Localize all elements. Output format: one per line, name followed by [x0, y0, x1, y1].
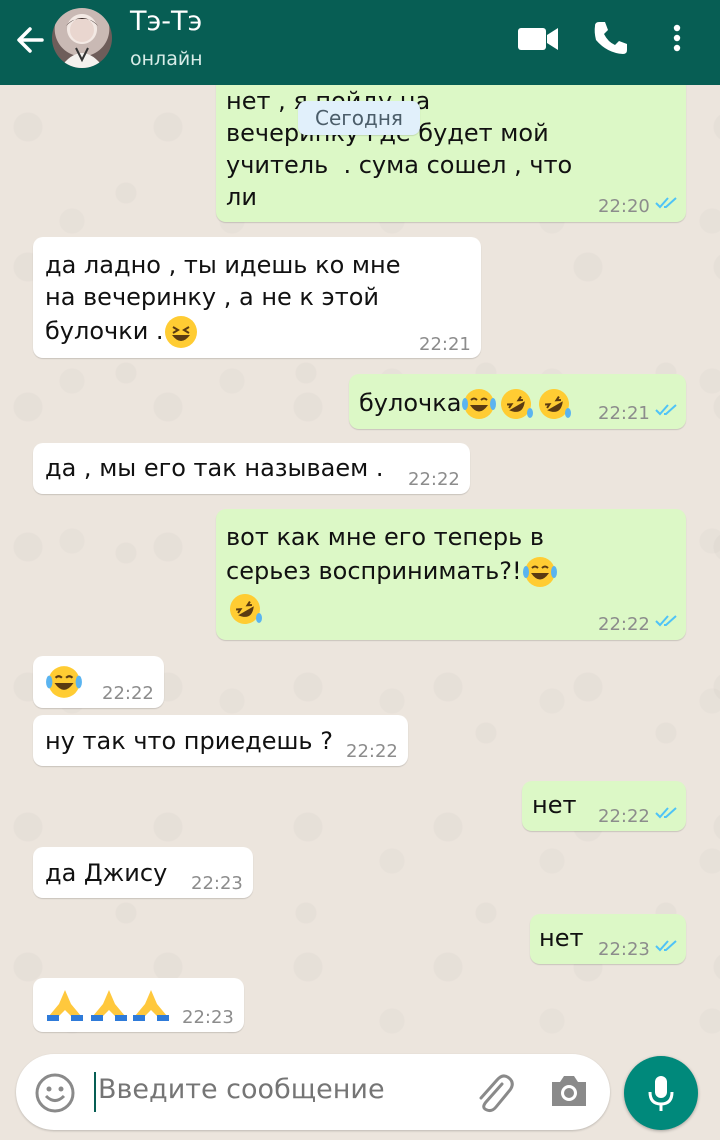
read-check-icon — [655, 197, 677, 209]
attach-icon[interactable] — [472, 1070, 514, 1114]
contact-avatar[interactable] — [52, 8, 112, 68]
message-text: булочки . — [45, 315, 198, 349]
emoji-icon[interactable] — [34, 1072, 76, 1114]
message-incoming[interactable]: да , мы его так называем . 22:22 — [33, 443, 470, 494]
message-time: 22:22 — [598, 806, 650, 827]
message-incoming[interactable]: да Джису 22:23 — [33, 847, 253, 898]
message-time: 22:22 — [408, 469, 460, 490]
message-outgoing[interactable]: вот как мне его теперь в серьез восприни… — [216, 509, 686, 640]
text-cursor — [94, 1072, 96, 1112]
read-check-icon — [655, 615, 677, 627]
voice-record-button[interactable] — [624, 1056, 698, 1130]
video-call-icon[interactable] — [516, 18, 560, 58]
chat-header: Тэ-Тэ онлайн — [0, 0, 720, 85]
folded-hands-emoji-icon — [91, 990, 127, 1021]
message-time: 22:22 — [102, 683, 154, 704]
message-text: да ладно , ты идешь ко мне — [45, 251, 401, 279]
message-outgoing[interactable]: нет 22:23 — [530, 914, 686, 964]
folded-hands-emoji-icon — [133, 990, 169, 1021]
message-time: 22:21 — [419, 334, 471, 355]
tears-of-joy-emoji-icon — [462, 389, 497, 419]
rofl-emoji-icon — [230, 594, 262, 624]
message-text: вот как мне его теперь в — [226, 523, 544, 551]
chat-area[interactable]: нет , я пойду на вечеринку где будет мой… — [0, 85, 720, 1055]
date-divider: Сегодня — [298, 101, 420, 135]
read-check-icon — [655, 404, 677, 416]
message-time: 22:22 — [598, 614, 650, 635]
message-outgoing[interactable]: булочка 22:21 — [349, 374, 686, 429]
message-time: 22:20 — [598, 196, 650, 217]
message-incoming[interactable]: ну так что приедешь ? 22:22 — [33, 715, 408, 766]
mic-icon — [648, 1076, 674, 1111]
message-compose-bar — [16, 1054, 610, 1130]
message-time: 22:23 — [191, 873, 243, 894]
message-time: 22:23 — [182, 1007, 234, 1028]
message-text: нет — [532, 791, 577, 819]
read-check-icon — [655, 940, 677, 952]
tears-of-joy-emoji-icon — [522, 557, 557, 587]
message-text: да Джису — [45, 859, 168, 887]
message-text: ну так что приедешь ? — [45, 727, 333, 755]
phone-call-icon[interactable] — [590, 18, 630, 58]
message-text: учитель . сума сошел , что — [226, 151, 573, 179]
message-time: 22:23 — [598, 939, 650, 960]
camera-icon[interactable] — [548, 1072, 590, 1110]
contact-status: онлайн — [130, 48, 203, 70]
message-text: серьез воспринимать?! — [226, 555, 558, 589]
more-options-icon[interactable] — [662, 18, 692, 58]
tears-of-joy-emoji-icon — [46, 666, 82, 698]
rofl-emoji-icon — [539, 389, 572, 419]
message-time: 22:21 — [598, 403, 650, 424]
message-text: нет — [539, 924, 584, 952]
message-incoming[interactable]: 22:22 — [33, 656, 164, 708]
rofl-emoji-icon — [501, 389, 534, 419]
back-arrow-icon[interactable] — [14, 20, 46, 60]
message-text: на вечеринку , а не к этой — [45, 283, 379, 311]
message-text: да , мы его так называем . — [45, 454, 384, 482]
message-outgoing[interactable]: нет , я пойду на вечеринку где будет мой… — [216, 85, 686, 222]
message-input[interactable] — [98, 1074, 398, 1105]
message-text: булочка — [359, 386, 573, 422]
folded-hands-emoji-icon — [47, 990, 83, 1021]
message-outgoing[interactable]: нет 22:22 — [522, 781, 686, 831]
message-incoming[interactable]: 22:23 — [33, 978, 244, 1032]
message-text: ли — [226, 183, 257, 211]
grinning-squinting-emoji-icon — [164, 316, 197, 348]
message-time: 22:22 — [346, 741, 398, 762]
read-check-icon — [655, 807, 677, 819]
message-incoming[interactable]: да ладно , ты идешь ко мне на вечеринку … — [33, 237, 481, 358]
contact-name[interactable]: Тэ-Тэ — [130, 6, 202, 37]
message-text — [226, 591, 264, 627]
